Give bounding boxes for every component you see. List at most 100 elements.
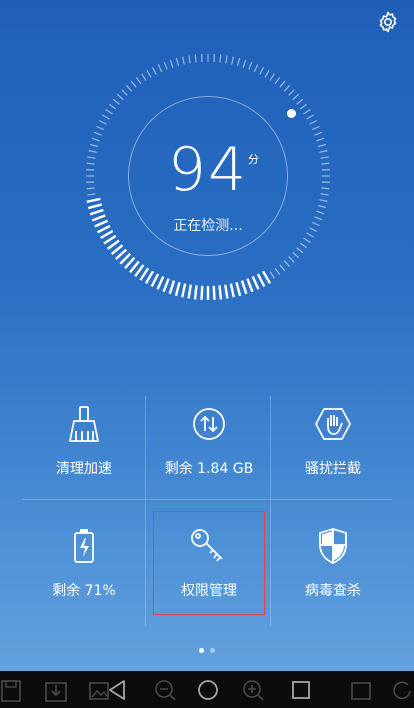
gauge-tick <box>116 93 124 101</box>
gauge-tick <box>150 273 160 288</box>
zoom-out-icon[interactable] <box>152 671 178 708</box>
feature-grid: 清理加速 剩余 1.84 GB 骚扰拦截 剩余 71% 权限管理 病毒查杀 <box>22 396 392 626</box>
gauge-tick <box>86 197 101 203</box>
gauge-tick <box>139 267 150 281</box>
gauge-tick <box>274 76 281 85</box>
gauge-tick <box>314 131 323 136</box>
shield-icon <box>313 526 353 566</box>
gauge-tick <box>100 229 114 240</box>
gauge-tick <box>103 234 117 245</box>
gauge-tick <box>269 271 275 279</box>
settings-button[interactable] <box>374 8 402 36</box>
tile-label: 权限管理 <box>181 583 237 599</box>
gauge-tick <box>320 156 329 159</box>
gauge-tick <box>235 281 242 297</box>
tile-storage[interactable]: 剩余 1.84 GB <box>154 396 264 506</box>
rotate-icon[interactable] <box>390 671 414 708</box>
gauge-tick <box>296 247 304 254</box>
gauge-tick <box>87 203 103 210</box>
gauge-tick <box>144 270 155 284</box>
gauge-tick <box>246 278 254 293</box>
gauge-tick <box>251 276 260 290</box>
gauge-tick <box>130 80 137 88</box>
gauge-tick <box>283 84 291 92</box>
gauge-tick <box>96 224 111 234</box>
gauge-tick <box>125 84 133 92</box>
gauge-tick <box>229 283 235 298</box>
gauge-tick <box>105 109 113 115</box>
gauge-tick <box>311 221 320 227</box>
gauge-tick <box>261 270 272 284</box>
score-circle: 94 分 正在检测... <box>128 96 288 256</box>
gauge-tick <box>299 103 308 110</box>
gauge-tick <box>112 98 120 105</box>
gauge-tick <box>288 89 295 96</box>
gauge-tick <box>94 219 108 228</box>
divider <box>145 396 146 626</box>
tile-block[interactable]: 骚扰拦截 <box>278 396 388 506</box>
gauge-tick <box>181 283 187 298</box>
gauge-tick <box>141 73 147 81</box>
tile-cleanup[interactable]: 清理加速 <box>29 396 139 506</box>
gauge-tick <box>316 210 325 215</box>
tile-permissions[interactable]: 权限管理 <box>153 511 265 615</box>
page-dot <box>210 648 215 653</box>
gauge-tick <box>306 232 314 238</box>
gauge-tick <box>88 150 97 153</box>
tile-antivirus[interactable]: 病毒查杀 <box>278 518 388 628</box>
gauge-tick <box>135 76 142 85</box>
gauge-tick <box>218 285 223 300</box>
gauge-tick <box>163 61 168 70</box>
gauge-tick <box>152 67 157 75</box>
gauge-tick <box>187 284 192 299</box>
recent-apps-icon[interactable] <box>288 671 314 708</box>
gauge-tick <box>194 54 197 63</box>
gauge-tick <box>320 193 329 196</box>
gauge-tick <box>240 280 248 295</box>
gauge-tick <box>317 143 326 148</box>
tile-battery[interactable]: 剩余 71% <box>29 518 139 628</box>
gauge-tick <box>248 61 253 70</box>
tile-label: 骚扰拦截 <box>305 461 361 477</box>
gauge-tick <box>200 285 204 300</box>
home-icon[interactable] <box>195 671 221 708</box>
zoom-in-icon[interactable] <box>240 671 266 708</box>
gauge-tick <box>86 162 95 165</box>
gauge-tick <box>119 252 132 265</box>
gauge-tick <box>134 264 145 278</box>
gauge-tick <box>91 137 100 142</box>
gauge-tick <box>231 56 234 65</box>
gauge-tick <box>296 98 304 105</box>
gauge-tick <box>236 58 241 67</box>
gauge-tick <box>306 114 314 120</box>
score-value: 94 <box>167 135 249 205</box>
gauge-tick <box>242 59 247 68</box>
gauge-tick <box>321 187 330 190</box>
gauge-tick <box>89 208 104 216</box>
gauge-tick <box>162 278 170 293</box>
gauge-tick <box>292 93 300 101</box>
gauge-tick <box>317 204 326 209</box>
gauge-tick <box>193 285 198 300</box>
window-icon[interactable] <box>348 671 374 708</box>
gauge-tick <box>224 284 229 299</box>
gauge-tick <box>87 193 96 196</box>
tile-label: 清理加速 <box>56 461 112 477</box>
download-icon[interactable] <box>44 671 70 708</box>
gauge-tick <box>288 256 295 263</box>
back-icon[interactable] <box>104 671 130 708</box>
gauge-tick <box>96 125 105 131</box>
gauge-tick <box>299 242 308 249</box>
gauge-tick <box>121 89 128 96</box>
save-icon[interactable] <box>0 671 30 708</box>
battery-icon <box>64 526 104 566</box>
gauge-tick <box>253 64 259 73</box>
gauge-tick <box>316 137 325 142</box>
gauge-tick <box>259 67 264 75</box>
gauge-tick <box>256 273 266 288</box>
gauge-tick <box>110 244 124 255</box>
gauge-tick <box>129 260 140 274</box>
tile-label: 病毒查杀 <box>305 583 361 599</box>
page-dot <box>199 648 204 653</box>
scan-status: 正在检测... <box>173 218 243 234</box>
